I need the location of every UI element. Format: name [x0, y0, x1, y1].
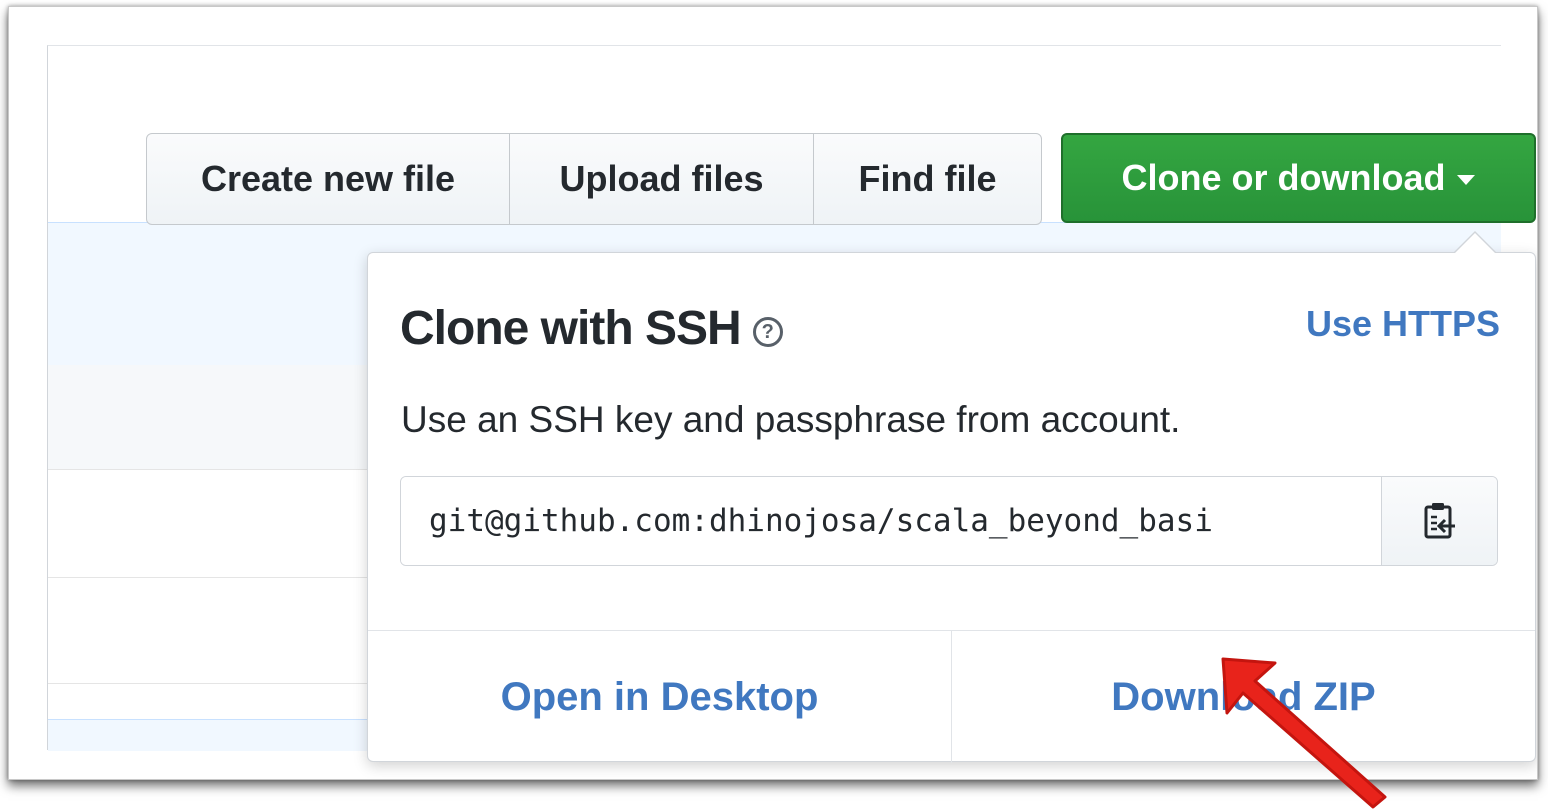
clone-url-input[interactable] — [401, 477, 1382, 565]
copy-to-clipboard-button[interactable] — [1381, 477, 1497, 565]
file-actions-button-group: Create new file Upload files Find file — [146, 133, 1042, 225]
caret-down-icon — [1457, 175, 1476, 185]
clone-description: Use an SSH key and passphrase from accou… — [401, 399, 1181, 440]
open-in-desktop-link[interactable]: Open in Desktop — [368, 631, 951, 763]
dropdown-pointer-fill — [1454, 233, 1496, 254]
clone-dropdown-panel: Clone with SSH ? Use HTTPS Use an SSH ke… — [367, 231, 1536, 763]
clone-title-text: Clone with SSH — [400, 302, 742, 355]
find-file-button[interactable]: Find file — [814, 134, 1041, 224]
clone-dropdown-footer: Open in Desktop Download ZIP — [368, 630, 1535, 763]
use-https-link[interactable]: Use HTTPS — [1306, 303, 1500, 345]
clone-or-download-label: Clone or download — [1121, 157, 1446, 198]
clone-dropdown-title: Clone with SSH ? — [400, 301, 783, 356]
upload-files-button[interactable]: Upload files — [510, 134, 814, 224]
screenshot-window: Create new file Upload files Find file C… — [8, 6, 1538, 780]
clone-url-group — [400, 476, 1498, 566]
create-new-file-button[interactable]: Create new file — [147, 134, 510, 224]
question-circle-icon[interactable]: ? — [752, 316, 783, 347]
repository-page: Create new file Upload files Find file C… — [47, 45, 1536, 763]
clone-or-download-button[interactable]: Clone or download — [1061, 133, 1536, 223]
clipboard-icon — [1424, 503, 1455, 539]
download-zip-link[interactable]: Download ZIP — [951, 631, 1535, 763]
